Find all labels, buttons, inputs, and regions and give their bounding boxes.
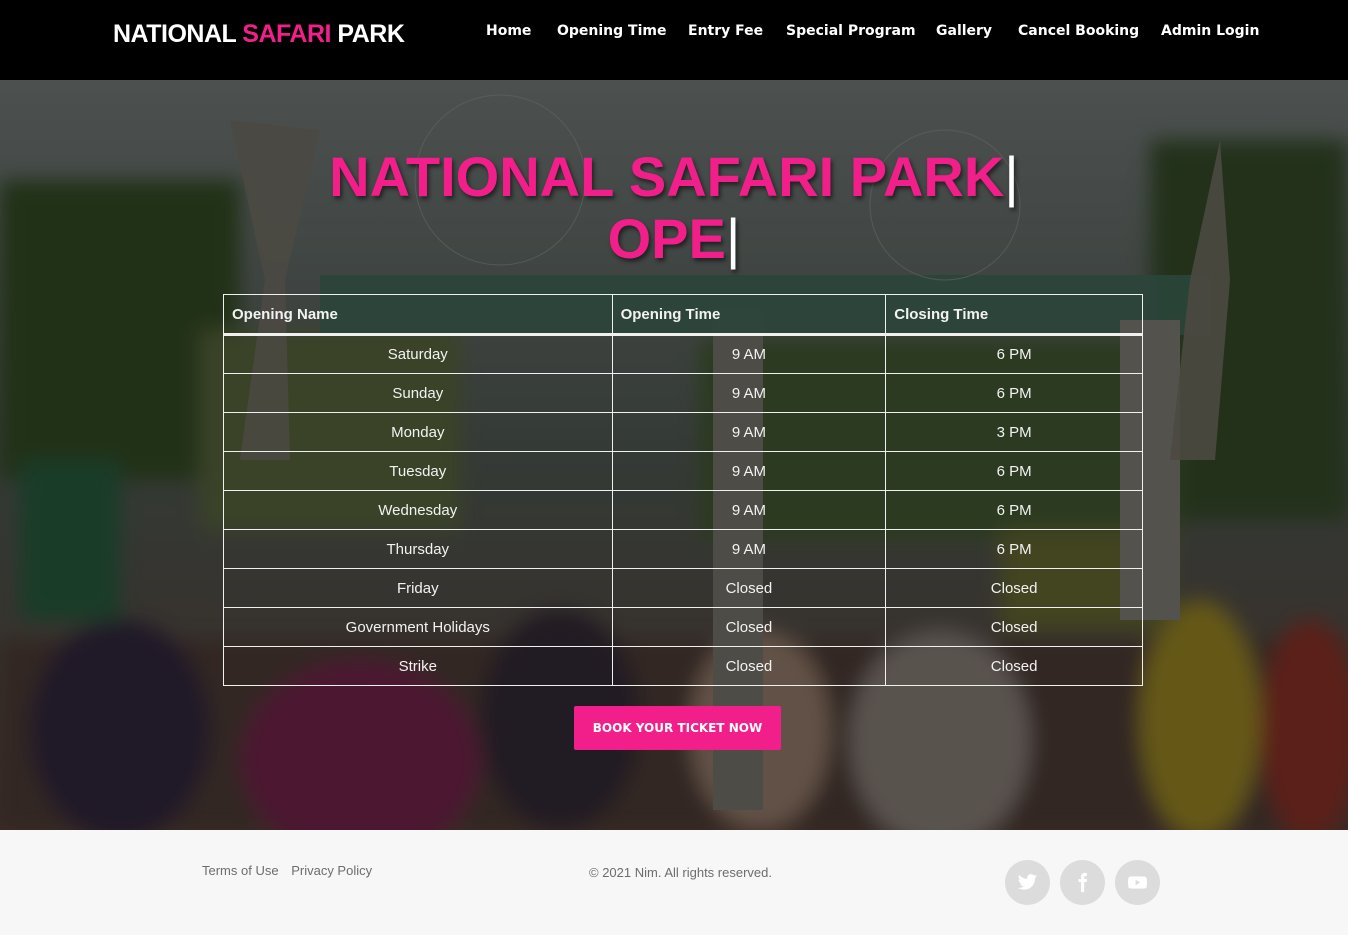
opening-time-cell: 9 AM	[611, 529, 887, 569]
table-row: Monday 9 AM 3 PM	[223, 412, 1143, 452]
opening-time-cell: 9 AM	[611, 373, 887, 413]
table-row: Government Holidays Closed Closed	[223, 607, 1143, 647]
opening-time-cell: Closed	[611, 607, 887, 647]
table-row: Saturday 9 AM 6 PM	[223, 334, 1143, 374]
opening-time-cell: Closed	[611, 646, 887, 686]
closing-time-cell: 6 PM	[885, 451, 1143, 491]
copyright-text: © 2021 Nim. All rights reserved.	[589, 865, 772, 880]
closing-time-cell: Closed	[885, 568, 1143, 608]
day-cell: Strike	[223, 646, 613, 686]
day-cell: Monday	[223, 412, 613, 452]
opening-time-cell: Closed	[611, 568, 887, 608]
terms-of-use-link[interactable]: Terms of Use	[202, 863, 279, 878]
closing-time-cell: 3 PM	[885, 412, 1143, 452]
hero-section: NATIONAL SAFARI PARK| OPE| Opening Name …	[0, 80, 1348, 830]
table-row: Wednesday 9 AM 6 PM	[223, 490, 1143, 530]
opening-time-cell: 9 AM	[611, 451, 887, 491]
opening-hours-table: Opening Name Opening Time Closing Time S…	[223, 294, 1143, 686]
hero-title: NATIONAL SAFARI PARK| OPE|	[0, 146, 1348, 270]
closing-time-cell: Closed	[885, 646, 1143, 686]
column-header-opening-time: Opening Time	[611, 294, 887, 336]
table-row: Tuesday 9 AM 6 PM	[223, 451, 1143, 491]
footer: Terms of Use Privacy Policy © 2021 Nim. …	[0, 830, 1348, 935]
typing-cursor-2: |	[725, 207, 741, 270]
nav-link-admin-login[interactable]: Admin Login	[1161, 23, 1259, 39]
day-cell: Saturday	[223, 334, 613, 374]
day-cell: Thursday	[223, 529, 613, 569]
table-row: Strike Closed Closed	[223, 646, 1143, 686]
nav-link-gallery[interactable]: Gallery	[936, 23, 992, 39]
nav-link-cancel-booking[interactable]: Cancel Booking	[1018, 23, 1139, 39]
column-header-closing-time: Closing Time	[885, 294, 1143, 336]
closing-time-cell: Closed	[885, 607, 1143, 647]
table-header-row: Opening Name Opening Time Closing Time	[223, 294, 1143, 336]
day-cell: Wednesday	[223, 490, 613, 530]
navbar: NATIONAL SAFARI PARK Home Opening Time E…	[0, 0, 1348, 80]
facebook-icon	[1078, 872, 1088, 893]
twitter-icon	[1017, 874, 1038, 890]
twitter-button[interactable]	[1005, 860, 1050, 905]
table-row: Sunday 9 AM 6 PM	[223, 373, 1143, 413]
closing-time-cell: 6 PM	[885, 334, 1143, 374]
day-cell: Friday	[223, 568, 613, 608]
opening-time-cell: 9 AM	[611, 412, 887, 452]
table-row: Friday Closed Closed	[223, 568, 1143, 608]
hero-title-line2: OPE	[607, 207, 726, 270]
privacy-policy-link[interactable]: Privacy Policy	[291, 863, 372, 878]
youtube-icon	[1128, 876, 1147, 889]
opening-time-cell: 9 AM	[611, 334, 887, 374]
nav-menu: Home Opening Time Entry Fee Special Prog…	[0, 23, 1348, 43]
typing-cursor: |	[1004, 145, 1019, 208]
hero-title-line1: NATIONAL SAFARI PARK	[329, 145, 1005, 208]
column-header-opening-name: Opening Name	[223, 294, 613, 336]
day-cell: Government Holidays	[223, 607, 613, 647]
facebook-button[interactable]	[1060, 860, 1105, 905]
nav-link-special-program[interactable]: Special Program	[786, 23, 916, 39]
closing-time-cell: 6 PM	[885, 373, 1143, 413]
nav-link-home[interactable]: Home	[486, 23, 531, 39]
youtube-button[interactable]	[1115, 860, 1160, 905]
closing-time-cell: 6 PM	[885, 529, 1143, 569]
nav-link-opening-time[interactable]: Opening Time	[557, 23, 666, 39]
book-ticket-button[interactable]: BOOK YOUR TICKET NOW	[574, 706, 781, 750]
table-row: Thursday 9 AM 6 PM	[223, 529, 1143, 569]
footer-links: Terms of Use Privacy Policy	[202, 863, 381, 878]
nav-link-entry-fee[interactable]: Entry Fee	[688, 23, 763, 39]
closing-time-cell: 6 PM	[885, 490, 1143, 530]
day-cell: Sunday	[223, 373, 613, 413]
opening-time-cell: 9 AM	[611, 490, 887, 530]
day-cell: Tuesday	[223, 451, 613, 491]
